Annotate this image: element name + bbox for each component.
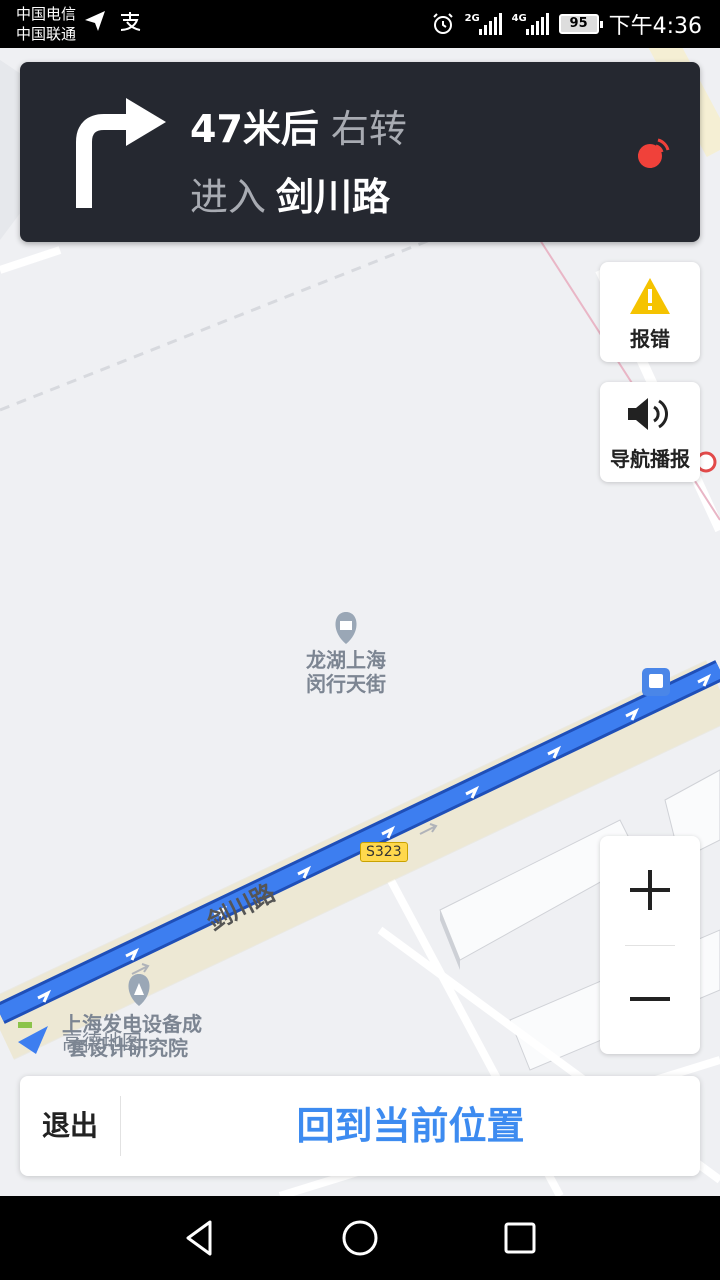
next-road: 进入 剑川路 — [190, 166, 390, 221]
turn-right-icon — [76, 98, 166, 208]
zoom-control — [600, 836, 700, 1054]
maneuver-action: 右转 — [330, 107, 407, 151]
carrier-1: 中国电信 — [16, 5, 77, 23]
alarm-icon — [432, 13, 453, 34]
maneuver-distance: 47米后 — [190, 107, 319, 151]
enter-label: 进入 — [190, 175, 267, 219]
clock: 下午4:36 — [608, 14, 702, 39]
bottom-action-bar: 退出 回到当前位置 — [20, 1076, 700, 1176]
signal-4g-icon: 4G — [512, 13, 549, 35]
carrier-info: 中国电信 中国联通 — [16, 4, 76, 44]
exit-button[interactable]: 退出 — [20, 1076, 120, 1176]
recents-icon[interactable] — [500, 1218, 540, 1258]
carrier-2: 中国联通 — [16, 25, 77, 43]
navigation-banner: 47米后 右转 进入 剑川路 — [20, 62, 700, 242]
system-navigation-bar — [0, 1196, 720, 1280]
send-icon — [85, 11, 105, 31]
back-icon[interactable] — [180, 1218, 220, 1258]
voice-broadcast-button[interactable]: 导航播报 — [600, 382, 700, 482]
voice-broadcast-label: 导航播报 — [610, 447, 690, 471]
shopping-poi-icon — [335, 612, 357, 644]
zoom-out-button[interactable] — [600, 945, 700, 1054]
poi-label-mall[interactable]: 龙湖上海 闵行天街 — [288, 648, 404, 696]
gps-signal-icon[interactable] — [634, 132, 674, 172]
plus-icon — [630, 870, 670, 910]
signal-2g-icon: 2G — [465, 13, 502, 35]
home-icon[interactable] — [340, 1218, 380, 1258]
road-name: 剑川路 — [276, 175, 391, 219]
status-bar: 中国电信 中国联通 2G 4G 95 下午4:36 — [0, 0, 720, 48]
report-error-label: 报错 — [630, 327, 670, 351]
battery-indicator: 95 — [558, 14, 603, 34]
next-maneuver: 47米后 右转 — [190, 98, 407, 153]
map-watermark: 高德地图 — [62, 1030, 142, 1054]
zoom-in-button[interactable] — [600, 836, 700, 945]
minus-icon — [630, 997, 670, 1001]
highway-shield: S323 — [360, 842, 408, 862]
warning-icon — [630, 278, 670, 314]
report-error-button[interactable]: 报错 — [600, 262, 700, 362]
bus-stop-icon — [642, 668, 670, 696]
speaker-icon — [628, 398, 669, 430]
recenter-button[interactable]: 回到当前位置 — [121, 1076, 700, 1176]
alipay-icon — [120, 12, 141, 31]
